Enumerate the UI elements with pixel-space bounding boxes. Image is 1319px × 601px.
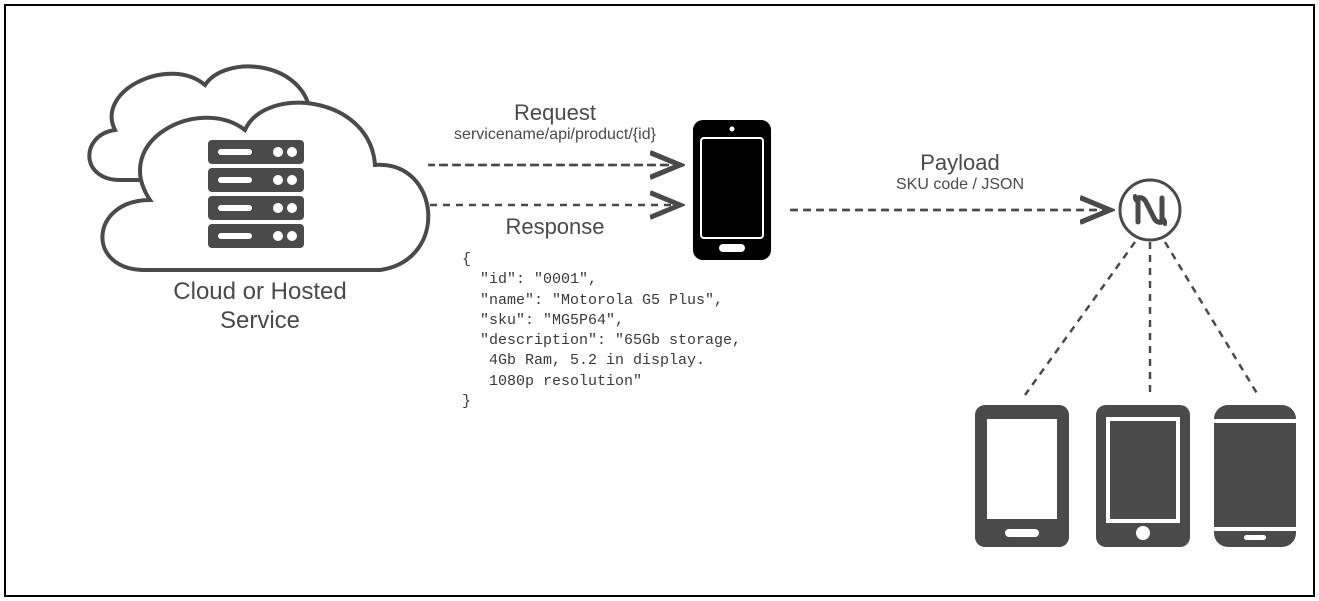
- cloud-label-line1: Cloud or Hosted: [173, 278, 346, 305]
- nfc-link-1: [1025, 242, 1135, 395]
- request-path: servicename/api/product/{id}: [430, 126, 680, 144]
- cloud-label: Cloud or Hosted Service: [120, 278, 400, 336]
- device-2-icon: [1096, 405, 1190, 547]
- phone-icon: [693, 120, 771, 260]
- request-title: Request: [430, 100, 680, 126]
- payload-title: Payload: [840, 150, 1080, 176]
- response-title: Response: [430, 214, 680, 240]
- cloud-label-line2: Service: [220, 307, 300, 334]
- nfc-icon: [1120, 180, 1180, 240]
- device-1-icon: [975, 405, 1069, 547]
- response-json: { "id": "0001", "name": "Motorola G5 Plu…: [462, 250, 741, 412]
- nfc-link-3: [1165, 242, 1258, 395]
- payload-subtitle: SKU code / JSON: [840, 176, 1080, 194]
- device-3-icon: [1214, 405, 1296, 547]
